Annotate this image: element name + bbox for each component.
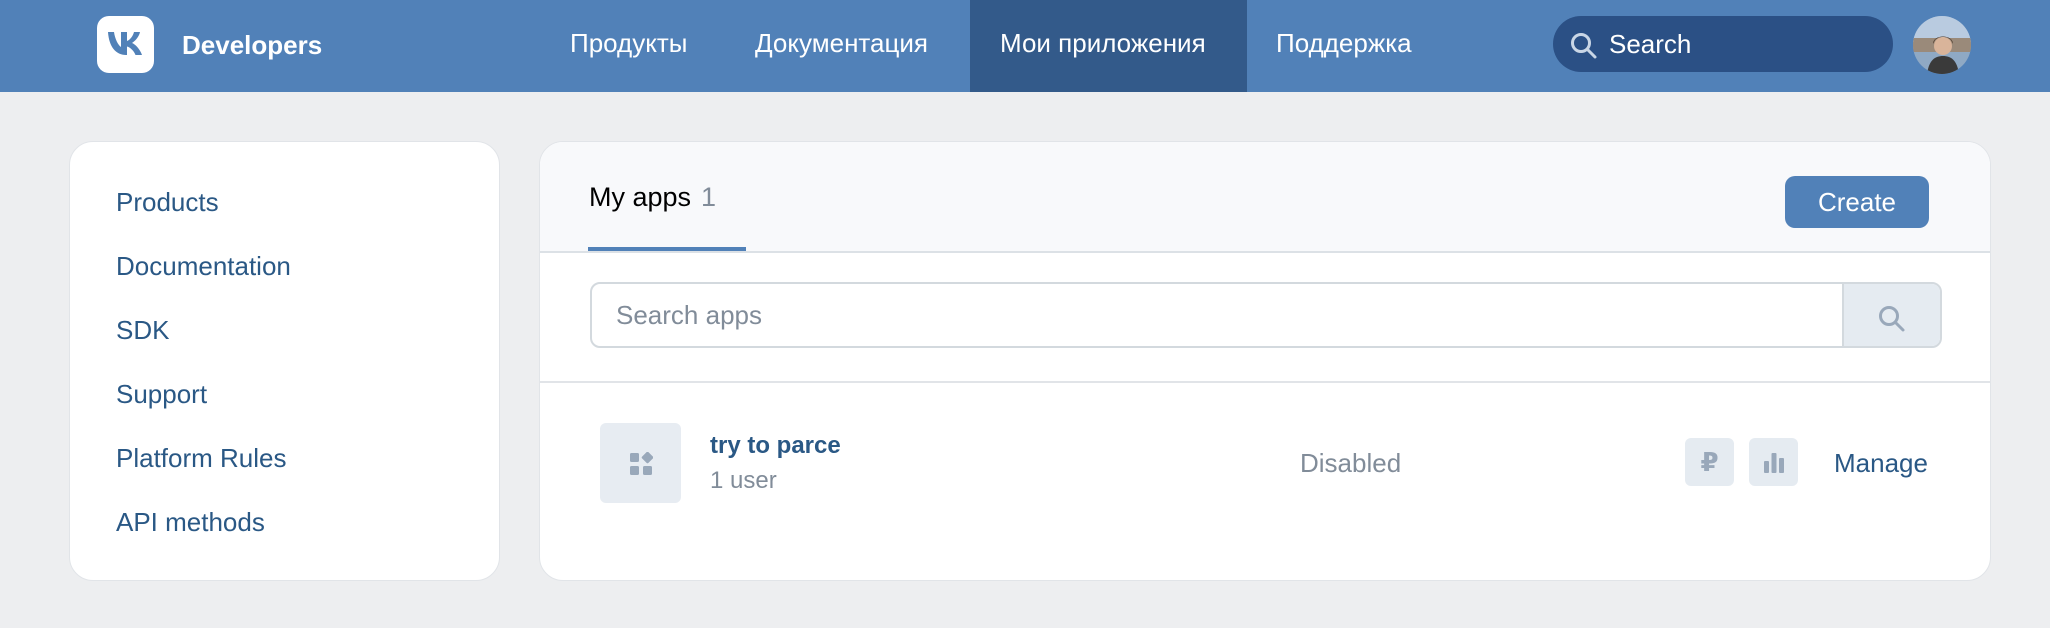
payments-button[interactable]: ₽ — [1685, 438, 1734, 486]
create-app-button[interactable]: Create — [1785, 176, 1929, 228]
app-user-count: 1 user — [710, 467, 777, 494]
search-icon — [1879, 306, 1905, 332]
manage-app-link[interactable]: Manage — [1834, 448, 1928, 478]
nav-item-products[interactable]: Продукты — [570, 0, 687, 92]
card-header: My apps 1 Create — [540, 142, 1990, 253]
app-name-link[interactable]: try to parce — [710, 431, 841, 461]
statistics-button[interactable] — [1749, 438, 1798, 486]
search-apps-placeholder: Search apps — [616, 300, 762, 330]
header-search-field[interactable]: Search — [1553, 16, 1893, 72]
sidebar-card: Products Documentation SDK Support Platf… — [69, 141, 500, 581]
tab-count: 1 — [701, 182, 717, 212]
search-apps-button[interactable] — [1842, 284, 1940, 346]
app-status: Disabled — [1300, 448, 1402, 478]
nav-item-my-apps[interactable]: Мои приложения — [970, 0, 1247, 92]
tab-my-apps[interactable]: My apps 1 — [589, 181, 716, 213]
apps-grid-icon — [630, 452, 653, 475]
bar-chart-icon — [1764, 453, 1784, 473]
ruble-icon: ₽ — [1700, 447, 1719, 477]
app-icon[interactable] — [600, 423, 681, 503]
tab-label: My apps — [589, 182, 692, 212]
header-search-label: Search — [1609, 29, 1692, 59]
vk-logo-icon[interactable] — [97, 16, 154, 73]
sidebar-item-sdk[interactable]: SDK — [116, 315, 169, 345]
brand-title[interactable]: Developers — [182, 28, 322, 62]
sidebar-item-documentation[interactable]: Documentation — [116, 251, 291, 281]
sidebar-item-platform-rules[interactable]: Platform Rules — [116, 443, 287, 473]
nav-item-support[interactable]: Поддержка — [1276, 0, 1412, 92]
sidebar-item-support[interactable]: Support — [116, 379, 207, 409]
search-apps-field[interactable]: Search apps — [590, 282, 1942, 348]
user-avatar[interactable] — [1913, 16, 1971, 74]
sidebar-item-products[interactable]: Products — [116, 187, 219, 217]
sidebar-item-api-methods[interactable]: API methods — [116, 507, 265, 537]
divider — [540, 381, 1990, 383]
top-navigation-bar: Developers Продукты Документация Мои при… — [0, 0, 2050, 92]
nav-item-documentation[interactable]: Документация — [755, 0, 928, 92]
active-tab-indicator — [588, 247, 746, 251]
search-icon — [1571, 33, 1597, 59]
my-apps-card: My apps 1 Create Search apps try to parce… — [539, 141, 1991, 581]
